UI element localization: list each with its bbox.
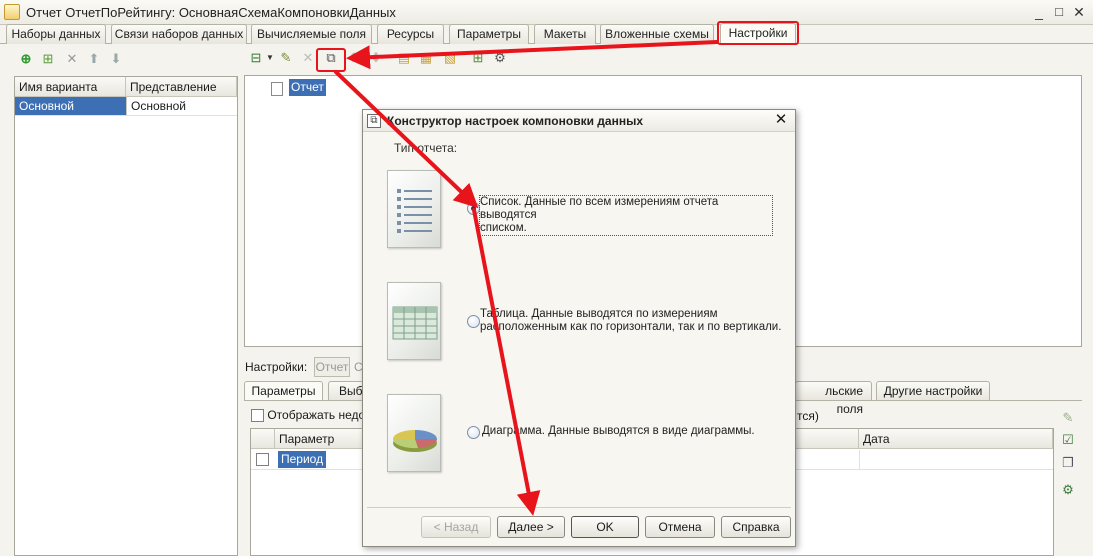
tab-datasets[interactable]: Наборы данных	[6, 24, 106, 44]
column-header[interactable]: Имя варианта	[15, 77, 126, 97]
tab-strip: Наборы данных Связи наборов данных Вычис…	[0, 22, 1093, 45]
tab-calculated-fields[interactable]: Вычисляемые поля	[251, 24, 372, 44]
tab-nested-schemas[interactable]: Вложенные схемы	[600, 24, 714, 44]
move-up-icon[interactable]: ⬆	[86, 51, 102, 67]
tab-dataset-links[interactable]: Связи наборов данных	[111, 24, 247, 44]
list-lines-graphic	[397, 189, 432, 233]
move-up-icon[interactable]: ⬆	[346, 50, 362, 66]
detail-settings-icon[interactable]: ▧	[442, 50, 458, 66]
minimize-button[interactable]: _	[1030, 3, 1048, 21]
chart-report-icon	[387, 394, 441, 472]
close-button[interactable]: ✕	[1070, 3, 1088, 21]
option-table-line2: расположенным как по горизонтали, так и …	[480, 321, 782, 333]
dialog-titlebar: ⧉ Конструктор настроек компоновки данных…	[363, 110, 795, 132]
tab-resources[interactable]: Ресурсы	[377, 24, 444, 44]
tab-user-fields[interactable]: льские поля	[795, 381, 872, 416]
table-grid-graphic	[392, 306, 438, 340]
delete-icon[interactable]: ✕	[64, 51, 80, 67]
pie-chart-graphic	[392, 430, 438, 452]
settings-wizard-dialog: ⧉ Конструктор настроек компоновки данных…	[362, 109, 796, 547]
add-icon[interactable]: ⊕	[18, 51, 34, 67]
edit-icon[interactable]: ✎	[1060, 410, 1076, 426]
move-down-icon[interactable]: ⬇	[108, 51, 124, 67]
radio-chart[interactable]	[467, 426, 480, 439]
settings-label: Настройки:	[245, 360, 308, 374]
option-table-text[interactable]: Таблица. Данные выводятся по измерениям …	[480, 308, 785, 334]
back-button[interactable]: < Назад	[421, 516, 491, 538]
tab-other-settings[interactable]: Другие настройки	[876, 381, 990, 401]
dialog-separator	[367, 507, 791, 508]
app-icon	[4, 4, 20, 20]
table-cell[interactable]: Основной	[15, 97, 126, 116]
radio-list[interactable]	[467, 202, 480, 215]
column-header[interactable]: Дата	[859, 429, 1053, 449]
column-header[interactable]: Представление	[126, 77, 237, 97]
list-report-icon	[387, 170, 441, 248]
column-header-check	[251, 429, 275, 449]
table-cell[interactable]: Основной	[126, 97, 237, 116]
help-button[interactable]: Справка	[721, 516, 791, 538]
tab-params[interactable]: Параметры	[244, 381, 323, 401]
settings-grid-icon[interactable]: ⚙	[1060, 482, 1076, 498]
table-report-icon	[387, 282, 441, 360]
check-all-icon[interactable]: ☑	[1060, 432, 1076, 448]
gear-settings-icon[interactable]: ⚙	[492, 50, 508, 66]
radio-table[interactable]	[467, 315, 480, 328]
table-settings-icon[interactable]: ⊞	[470, 50, 486, 66]
show-unavailable-checkbox[interactable]: Отображать недос	[251, 408, 372, 423]
dialog-title: Конструктор настроек компоновки данных	[387, 114, 644, 128]
tab-selection[interactable]: Выбр	[328, 381, 369, 401]
option-table-line1: Таблица. Данные выводятся по измерениям	[480, 308, 718, 320]
cell-divider	[859, 450, 860, 469]
option-list-line1: Список. Данные по всем измерениям отчета…	[480, 196, 719, 221]
cancel-button[interactable]: Отмена	[645, 516, 715, 538]
option-chart-text[interactable]: Диаграмма. Данные выводятся в виде диагр…	[482, 425, 782, 438]
next-button[interactable]: Далее >	[497, 516, 565, 538]
annotation-box-settings-tab	[717, 21, 799, 45]
maximize-button[interactable]: □	[1050, 3, 1068, 21]
window-title: Отчет ОтчетПоРейтингу: ОсновнаяСхемаКомп…	[26, 5, 396, 20]
tree-node-report[interactable]: Отчет	[289, 79, 326, 96]
ok-button[interactable]: OK	[571, 516, 639, 538]
param-name-cell[interactable]: Период	[278, 451, 327, 468]
tab-parameters[interactable]: Параметры	[449, 24, 529, 44]
delete-icon[interactable]: ✕	[300, 50, 316, 66]
report-node-icon	[271, 82, 283, 96]
settings-report-button[interactable]: Отчет	[314, 357, 350, 377]
tab-layouts[interactable]: Макеты	[534, 24, 596, 44]
group-settings-icon[interactable]: ▦	[418, 50, 434, 66]
wizard-icon: ⧉	[367, 114, 381, 128]
dialog-close-icon[interactable]: ✕	[773, 112, 789, 128]
dropdown-arrow-icon[interactable]: ▼	[262, 50, 278, 66]
checkbox-label: Отображать недос	[267, 408, 372, 422]
move-down-icon[interactable]: ⬇	[368, 50, 384, 66]
uncheck-all-icon[interactable]: ❐	[1060, 455, 1076, 471]
variants-table[interactable]: Имя варианта Представление Основной Осно…	[14, 76, 238, 556]
annotation-box-designer-button	[316, 48, 346, 72]
checkbox-box[interactable]	[251, 409, 264, 423]
option-list-line2: списком.	[480, 222, 527, 234]
row-checkbox[interactable]	[256, 452, 269, 467]
report-settings-icon[interactable]: ▤	[396, 50, 412, 66]
edit-icon[interactable]: ✎	[278, 50, 294, 66]
report-type-label: Тип отчета:	[394, 141, 458, 155]
copy-add-icon[interactable]: ⊞	[40, 51, 56, 67]
option-list-text[interactable]: Список. Данные по всем измерениям отчета…	[479, 195, 773, 236]
checkbox-label-tail: тся)	[797, 409, 819, 423]
